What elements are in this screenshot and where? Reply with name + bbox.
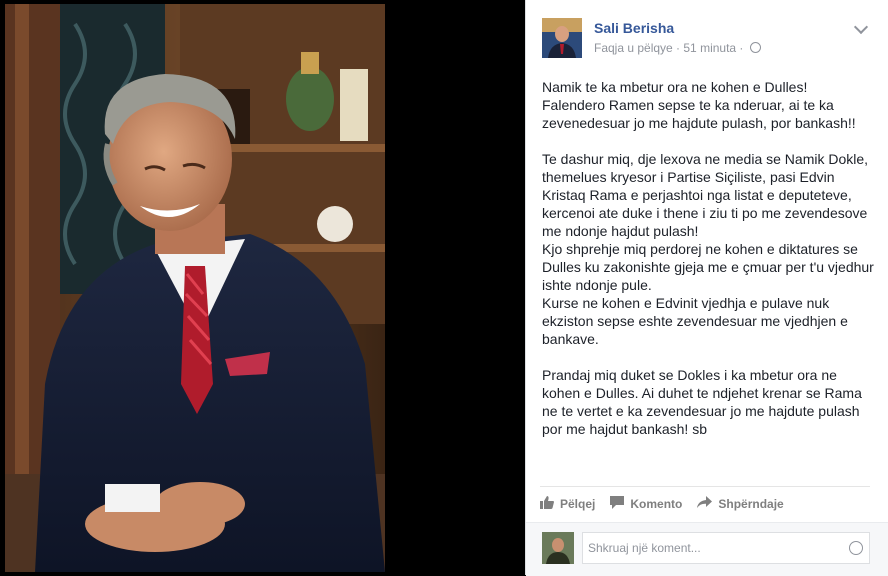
like-label: Pëlqej bbox=[560, 497, 596, 511]
post-paragraph: Prandaj miq duket se Dokles i ka mbetur … bbox=[542, 367, 862, 437]
post-meta: Faqja u pëlqye · 51 minuta · bbox=[594, 41, 761, 55]
post-body: Namik te ka mbetur ora ne kohen e Dulles… bbox=[542, 78, 878, 456]
thumbs-up-icon bbox=[540, 496, 554, 512]
post-actions: Pëlqej Komento Shpërndaje bbox=[540, 486, 870, 515]
post-panel: Sali Berisha Faqja u pëlqye · 51 minuta … bbox=[525, 0, 888, 576]
emoji-icon[interactable] bbox=[849, 541, 863, 555]
comment-input[interactable] bbox=[582, 532, 870, 564]
post-photo[interactable] bbox=[5, 4, 385, 572]
author-avatar[interactable] bbox=[542, 18, 582, 58]
chevron-down-icon[interactable] bbox=[853, 19, 869, 35]
post-meta-text: Faqja u pëlqye · 51 minuta · bbox=[594, 41, 744, 55]
photo-illustration bbox=[5, 4, 385, 572]
avatar-image bbox=[542, 18, 582, 58]
post-paragraph: Namik te ka mbetur ora ne kohen e Dulles… bbox=[542, 79, 856, 131]
globe-icon[interactable] bbox=[749, 42, 761, 53]
comment-composer bbox=[526, 522, 888, 576]
post-paragraph: Te dashur miq, dje lexova ne media se Na… bbox=[542, 151, 874, 347]
comment-label: Komento bbox=[630, 497, 683, 511]
share-button[interactable]: Shpërndaje bbox=[697, 490, 784, 512]
comment-icon bbox=[610, 496, 625, 512]
viewer-avatar bbox=[542, 532, 574, 564]
post-header: Sali Berisha Faqja u pëlqye · 51 minuta … bbox=[540, 14, 876, 60]
photo-viewer bbox=[0, 0, 520, 575]
author-name-link[interactable]: Sali Berisha bbox=[594, 20, 674, 36]
comment-button[interactable]: Komento bbox=[610, 490, 682, 512]
share-icon bbox=[697, 496, 713, 512]
like-button[interactable]: Pëlqej bbox=[540, 490, 595, 512]
share-label: Shpërndaje bbox=[718, 497, 784, 511]
